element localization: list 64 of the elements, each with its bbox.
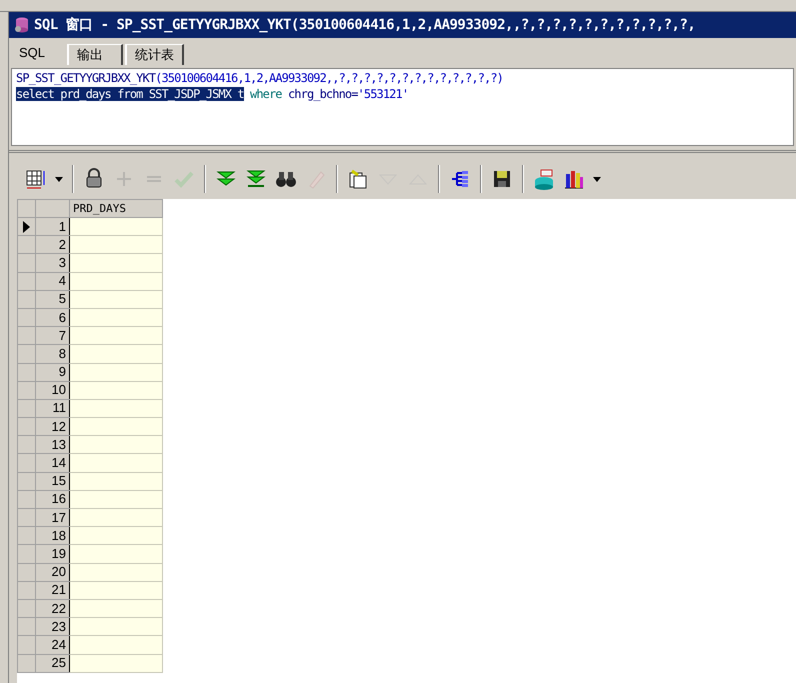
table-cell[interactable] (70, 563, 162, 582)
table-cell[interactable] (70, 490, 162, 508)
row-number: 7 (36, 326, 70, 345)
table-cell[interactable] (70, 472, 162, 490)
row-number: 18 (36, 526, 70, 545)
table-cell[interactable] (70, 381, 162, 400)
row-number: 22 (36, 599, 70, 618)
row-number: 21 (36, 581, 70, 600)
row-number: 2 (36, 236, 70, 254)
row-number: 23 (36, 618, 70, 636)
table-cell[interactable] (70, 326, 162, 345)
database-icon (13, 16, 31, 34)
code-text: where (249, 87, 283, 101)
table-cell[interactable] (70, 636, 162, 654)
table-cell[interactable] (70, 290, 162, 308)
row-indicator[interactable] (18, 218, 36, 236)
row-number: 9 (36, 363, 70, 382)
row-number: 1 (36, 218, 70, 236)
table-cell[interactable] (70, 272, 162, 290)
row-number: 17 (36, 508, 70, 527)
row-number: 5 (36, 290, 70, 308)
table-cell[interactable] (70, 654, 162, 672)
sql-editor[interactable]: SP_SST_GETYYGRJBXX_YKT(350100604416,1,2,AA9933092,,?,?,?,?,?,?,?,?,?,?,?,?,?) select prd_days from SST_JSDP_JSMX t where chrg_bchno='553121' (11, 68, 794, 146)
table-cell[interactable] (70, 599, 162, 618)
row-number: 15 (36, 472, 70, 490)
row-number: 24 (36, 636, 70, 654)
current-row-icon (22, 220, 30, 233)
table-cell[interactable] (70, 526, 162, 545)
table-cell[interactable] (70, 436, 162, 454)
table-cell[interactable] (70, 581, 162, 600)
table-cell[interactable] (70, 454, 162, 472)
row-number: 11 (36, 399, 70, 418)
row-number: 25 (36, 654, 70, 672)
row-number: 3 (36, 254, 70, 272)
column-header[interactable]: PRD_DAYS (70, 200, 162, 218)
window-title: SQL 窗口 - SP_SST_GETYYGRJBXX_YKT(350100604416,1,2,AA9933092,,?,?,?,?,?,?,?,?,?,?,?, (34, 16, 696, 34)
table-cell[interactable] (70, 308, 162, 327)
row-number: 16 (36, 490, 70, 508)
row-number: 19 (36, 544, 70, 564)
code-text: '553121' (358, 87, 408, 101)
code-text: SP_SST_GETYYGRJBXX_YKT (16, 71, 156, 85)
table-cell[interactable] (70, 363, 162, 382)
table-cell[interactable] (70, 344, 162, 363)
tab[interactable]: 输出 (67, 44, 123, 65)
row-number: 8 (36, 344, 70, 363)
row-number: 10 (36, 381, 70, 400)
code-text: (350100604416,1,2,AA9933092,,?,?,?,?,?,?,?,?,?,?,?,?,?) (155, 71, 504, 85)
table-cell[interactable] (70, 218, 162, 236)
code-text: chrg_bchno= (288, 87, 358, 101)
row-number: 13 (36, 436, 70, 454)
table-cell[interactable] (70, 236, 162, 254)
table-cell[interactable] (70, 254, 162, 272)
table-cell[interactable] (70, 618, 162, 636)
row-number: 12 (36, 418, 70, 436)
row-number: 20 (36, 563, 70, 582)
row-number: 6 (36, 308, 70, 327)
row-number: 14 (36, 454, 70, 472)
table-cell[interactable] (70, 418, 162, 436)
table-cell[interactable] (70, 544, 162, 564)
selected-code: select prd_days from SST_JSDP_JSMX t (16, 87, 244, 101)
row-number: 4 (36, 272, 70, 290)
table-cell[interactable] (70, 508, 162, 527)
tab[interactable]: 统计表 (125, 44, 184, 65)
table-cell[interactable] (70, 399, 162, 418)
